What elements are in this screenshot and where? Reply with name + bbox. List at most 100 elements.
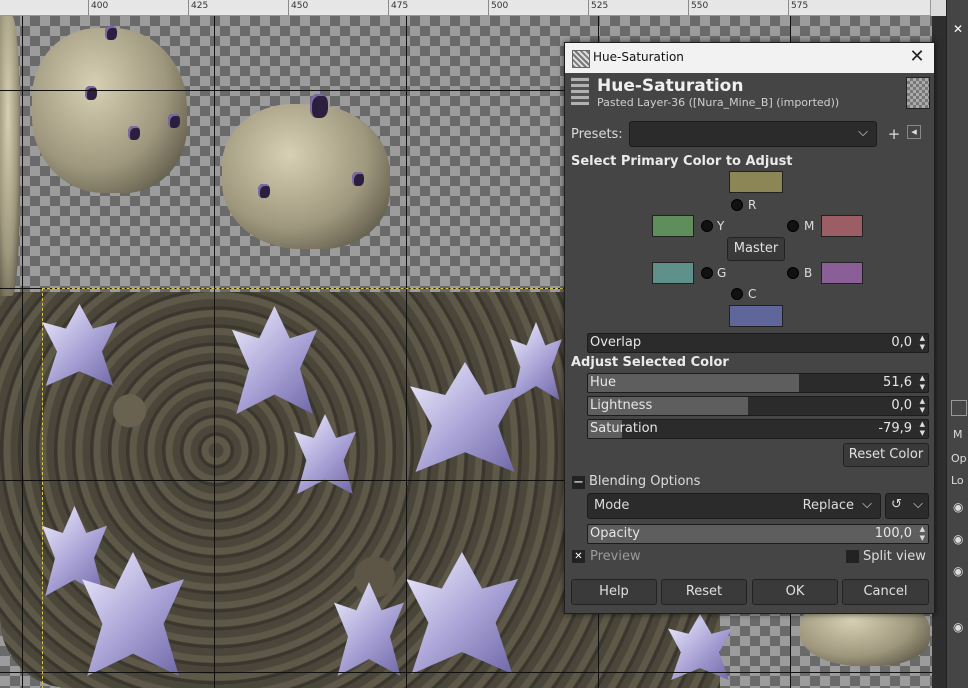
lightness-value: 0,0 xyxy=(891,398,912,413)
gem-sprite xyxy=(128,126,140,140)
eye-icon[interactable]: ◉ xyxy=(953,532,963,546)
gem-sprite xyxy=(310,94,328,118)
spin-arrows-icon[interactable]: ▲ ▼ xyxy=(920,397,925,415)
layer-name: Pasted Layer-36 ([Nura_Mine_B] (imported… xyxy=(597,96,840,109)
radio-magenta[interactable] xyxy=(787,220,799,232)
overlap-label: Overlap xyxy=(590,335,642,350)
spin-arrows-icon[interactable]: ▲ ▼ xyxy=(920,525,925,543)
gem-sprite xyxy=(258,184,270,198)
radio-cyan[interactable] xyxy=(731,288,743,300)
ok-button[interactable]: OK xyxy=(752,579,838,605)
swatch-blue[interactable] xyxy=(821,262,863,284)
radio-green[interactable] xyxy=(701,267,713,279)
radio-red-label: R xyxy=(748,198,757,212)
spin-arrows-icon[interactable]: ▲ ▼ xyxy=(920,374,925,392)
radio-red[interactable] xyxy=(731,199,743,211)
cancel-button[interactable]: Cancel xyxy=(842,579,929,605)
ruler-tick xyxy=(788,0,789,15)
radio-blue-label: B xyxy=(804,266,813,280)
opacity-value: 100,0 xyxy=(874,526,912,541)
hue-fill xyxy=(588,374,799,392)
rock-sprite xyxy=(222,104,390,249)
swatch-green[interactable] xyxy=(652,262,694,284)
primary-color-heading: Select Primary Color to Adjust xyxy=(571,154,793,169)
composite-mode-icon: ↺ xyxy=(891,497,902,512)
blending-options-label: Blending Options xyxy=(589,474,701,489)
close-button[interactable]: ✕ xyxy=(906,46,928,68)
eye-icon[interactable]: ◉ xyxy=(953,564,963,578)
spin-arrows-icon[interactable]: ▲ ▼ xyxy=(920,334,925,352)
tab-lo[interactable]: Lo xyxy=(951,474,964,487)
hue-slider[interactable]: Hue 51,6 ▲ ▼ xyxy=(587,373,929,393)
tab-op[interactable]: Op xyxy=(951,452,967,465)
ruler-label: 575 xyxy=(791,1,809,11)
close-icon[interactable]: ✕ xyxy=(949,22,967,40)
radio-yellow-label: Y xyxy=(717,219,725,233)
layer-thumbnail xyxy=(906,77,930,109)
mode-combo[interactable]: Mode Replace ⌵ xyxy=(587,493,881,519)
preview-checkbox[interactable]: ✕ xyxy=(572,550,585,563)
collapse-toggle-icon[interactable]: − xyxy=(572,476,585,489)
add-preset-icon[interactable]: + xyxy=(885,125,903,143)
opacity-label: Opacity xyxy=(590,526,641,541)
reset-color-button[interactable]: Reset Color xyxy=(843,443,929,467)
preview-label: Preview xyxy=(590,549,641,564)
preset-menu-icon[interactable]: ◂ xyxy=(907,125,921,139)
hue-saturation-icon xyxy=(571,77,589,105)
ruler-label: 400 xyxy=(91,1,109,11)
lightness-slider[interactable]: Lightness 0,0 ▲ ▼ xyxy=(587,396,929,416)
gem-sprite xyxy=(105,26,117,40)
radio-blue[interactable] xyxy=(787,267,799,279)
ruler-tick xyxy=(288,0,289,15)
master-button[interactable]: Master xyxy=(727,237,785,261)
radio-yellow[interactable] xyxy=(701,220,713,232)
saturation-label: Saturation xyxy=(590,421,658,436)
tab-m[interactable]: M xyxy=(953,428,963,441)
mode-label: Mode xyxy=(594,498,630,513)
ruler-tick xyxy=(488,0,489,15)
ruler-tick xyxy=(88,0,89,15)
reset-button[interactable]: Reset xyxy=(661,579,747,605)
opacity-slider[interactable]: Opacity 100,0 ▲ ▼ xyxy=(587,524,929,544)
eye-icon[interactable]: ◉ xyxy=(953,620,963,634)
eye-icon[interactable]: ◉ xyxy=(953,500,963,514)
split-view-checkbox[interactable] xyxy=(846,550,859,563)
radio-green-label: G xyxy=(717,266,727,280)
swatch-magenta[interactable] xyxy=(821,215,863,237)
layer-boundary xyxy=(42,288,563,688)
ruler-corner xyxy=(930,0,947,16)
swatch-yellow[interactable] xyxy=(652,215,694,237)
ruler-label: 550 xyxy=(691,1,709,11)
chevron-down-icon: ⌵ xyxy=(858,125,868,140)
ruler-label: 450 xyxy=(291,1,309,11)
ruler-label: 425 xyxy=(191,1,209,11)
composite-mode-combo[interactable]: ↺ ⌵ xyxy=(885,493,929,519)
panel-menu-icon[interactable] xyxy=(951,400,967,416)
swatch-red[interactable] xyxy=(729,171,783,193)
gem-sprite xyxy=(168,114,180,128)
ruler-tick xyxy=(388,0,389,15)
ruler-label: 525 xyxy=(591,1,609,11)
swatch-cyan[interactable] xyxy=(729,305,783,327)
radio-magenta-label: M xyxy=(804,219,815,233)
presets-combo[interactable]: ⌵ xyxy=(629,121,877,147)
rock-sprite xyxy=(32,28,187,193)
window-title: Hue-Saturation xyxy=(593,50,684,64)
gem-sprite xyxy=(352,172,364,186)
dialog-titlebar[interactable]: Hue-Saturation ✕ xyxy=(565,43,934,73)
overlap-spinner[interactable]: Overlap 0,0 ▲ ▼ xyxy=(587,333,929,353)
horizontal-ruler[interactable]: 400 425 450 475 500 525 550 575 xyxy=(0,0,930,16)
spin-arrows-icon[interactable]: ▲ ▼ xyxy=(920,420,925,438)
saturation-slider[interactable]: Saturation -79,9 ▲ ▼ xyxy=(587,419,929,439)
hue-value: 51,6 xyxy=(883,375,912,390)
ruler-label: 500 xyxy=(491,1,509,11)
radio-cyan-label: C xyxy=(748,287,757,301)
hue-saturation-dialog: Hue-Saturation ✕ Hue-Saturation Pasted L… xyxy=(564,42,935,614)
help-button[interactable]: Help xyxy=(571,579,657,605)
ruler-tick xyxy=(688,0,689,15)
chevron-down-icon: ⌵ xyxy=(862,497,872,512)
dialog-header-title: Hue-Saturation xyxy=(597,76,744,96)
overlap-value: 0,0 xyxy=(891,335,912,350)
saturation-value: -79,9 xyxy=(878,421,912,436)
adjust-color-heading: Adjust Selected Color xyxy=(571,355,729,370)
